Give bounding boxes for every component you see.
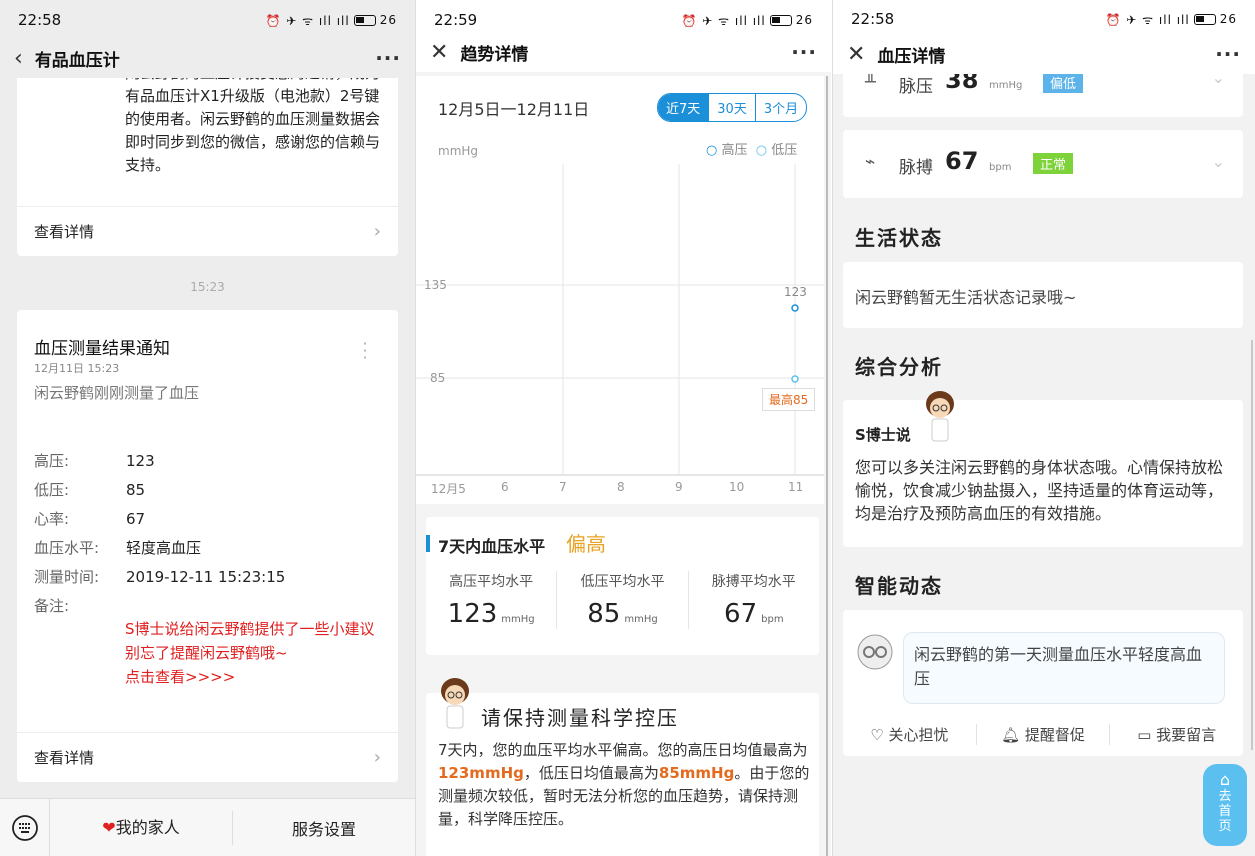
close-icon[interactable]: ✕ bbox=[847, 42, 865, 67]
scrollbar[interactable] bbox=[1251, 340, 1253, 750]
feed-actions: ♡ 关心担忧 🔔︎ 提醒督促 ▭ 我要留言 bbox=[843, 724, 1243, 745]
trend-chart: 135 85 123 bbox=[416, 164, 824, 476]
analysis-text: 您可以多关注闲云野鹤的身体状态哦。心情保持放松愉悦，饮食减少钠盐摄入，坚持适量的… bbox=[855, 458, 1224, 523]
stats-row: 高压平均水平 123 mmHg 低压平均水平 85 mmHg 脉搏平均水平 67 bp… bbox=[426, 571, 819, 629]
heart-icon: ❤ bbox=[102, 817, 116, 837]
y-label-85: 85 bbox=[430, 371, 445, 385]
message-time: 15:23 bbox=[190, 280, 225, 294]
intro-card: 闲云野鹤的血压计授受您的邀请，成为有品血压计X1升级版（电池款）2号键的使用者。… bbox=[17, 78, 398, 256]
stat-pulse: 脉搏平均水平 67 bpm bbox=[711, 574, 796, 629]
back-icon[interactable]: ‹ bbox=[14, 46, 23, 71]
nav-bar: ✕ 血压详情 ··· bbox=[833, 34, 1255, 74]
life-status-card: 闲云野鹤暂无生活状态记录哦~ bbox=[843, 262, 1243, 328]
bp-detail-panel: ╨ 脉压 38 mmHg 偏低 ⌄ 22:58 ⏰ ✈ ᯤ ıll ıll 26… bbox=[832, 0, 1255, 856]
notice-subtitle: 闲云野鹤刚刚测量了血压 bbox=[34, 384, 200, 402]
row-high: 高压: 123 bbox=[34, 452, 155, 470]
chart-area: 12月5日一12月11日 近7天 30天 3个月 mmHg ○ 高压 ○ 低压 … bbox=[416, 76, 824, 504]
doctor-avatar-icon bbox=[926, 391, 954, 442]
trend-detail-panel: 22:59 ⏰ ✈ ᯤ ıll ıll 26 ✕ 趋势详情 ··· 12月5日一… bbox=[415, 0, 831, 856]
smart-feed-card: 闲云野鹤的第一天测量血压水平轻度高血压 ♡ 关心担忧 🔔︎ 提醒督促 ▭ 我要留… bbox=[843, 610, 1243, 756]
y-label-135: 135 bbox=[424, 278, 447, 292]
page-title: 趋势详情 bbox=[460, 44, 529, 65]
heartbeat-icon: ⌁ bbox=[865, 152, 876, 172]
summary-level: 偏高 bbox=[566, 532, 606, 556]
high-point-label: 123 bbox=[784, 285, 807, 299]
advice-title: 请保持测量科学控压 bbox=[481, 706, 679, 730]
avatar-icon bbox=[857, 634, 893, 670]
summary-card: 7天内血压水平 偏高 高压平均水平 123 mmHg 低压平均水平 85 mmHg … bbox=[426, 517, 819, 655]
status-time: 22:58 bbox=[18, 11, 62, 29]
menu-dots-icon[interactable]: · · · bbox=[362, 336, 368, 366]
chevron-right-icon: › bbox=[373, 221, 381, 242]
scrollbar[interactable] bbox=[826, 76, 828, 856]
status-badge: 正常 bbox=[1033, 153, 1074, 174]
row-heart-rate: 心率: 67 bbox=[34, 510, 146, 528]
comment-icon: ▭ bbox=[1137, 726, 1152, 744]
close-icon[interactable]: ✕ bbox=[430, 40, 448, 65]
life-status-heading: 生活状态 bbox=[855, 226, 943, 250]
doctor-name: S博士说 bbox=[855, 426, 911, 444]
keyboard-icon[interactable] bbox=[0, 798, 50, 856]
status-icons: ⏰ ✈ ᯤ ıll ıll 26 bbox=[681, 13, 813, 28]
nav-bar: ✕ 趋势详情 ··· bbox=[416, 32, 831, 72]
bottom-menu-bar: ❤我的家人 服务设置 bbox=[0, 798, 415, 856]
remind-button[interactable]: 🔔︎ 提醒督促 bbox=[977, 724, 1111, 745]
status-time: 22:58 bbox=[851, 10, 895, 28]
home-icon: ⌂ bbox=[1219, 770, 1231, 789]
notice-date: 12月11日 15:23 bbox=[34, 362, 120, 375]
more-icon[interactable]: ··· bbox=[1215, 42, 1241, 66]
wechat-chat-panel: 22:58 ⏰ ✈ ᯤ ıll ıll 26 ‹ 有品血压计 ··· 闲云野鹤的… bbox=[0, 0, 415, 856]
more-icon[interactable]: ··· bbox=[791, 40, 817, 64]
status-bar: 22:58 ⏰ ✈ ᯤ ıll ıll 26 bbox=[0, 0, 415, 40]
feed-message: 闲云野鹤的第一天测量血压水平轻度高血压 bbox=[903, 632, 1225, 704]
doctor-avatar-icon bbox=[441, 678, 469, 729]
stat-high: 高压平均水平 123 mmHg bbox=[426, 571, 558, 629]
advice-card: 请保持测量科学控压 7天内，您的血压平均水平偏高。您的高压日均值最高为123mm… bbox=[426, 678, 819, 856]
go-home-label: 去首页 bbox=[1218, 789, 1232, 834]
view-detail-label: 查看详情 bbox=[34, 223, 95, 241]
view-detail-link[interactable]: 查看详情 › bbox=[17, 206, 398, 256]
life-status-text: 闲云野鹤暂无生活状态记录哦~ bbox=[855, 288, 1077, 307]
bell-icon: 🔔︎ bbox=[1001, 726, 1021, 744]
more-icon[interactable]: ··· bbox=[375, 46, 401, 70]
intro-text: 闲云野鹤的血压计授受您的邀请，成为有品血压计X1升级版（电池款）2号键的使用者。… bbox=[125, 78, 381, 174]
view-detail-label-2: 查看详情 bbox=[34, 749, 95, 767]
menu-my-family[interactable]: ❤我的家人 bbox=[50, 810, 233, 845]
status-bar: 22:58 ⏰ ✈ ᯤ ıll ıll 26 bbox=[833, 0, 1255, 38]
chevron-right-icon: › bbox=[373, 747, 381, 768]
status-badge: 偏低 bbox=[1043, 72, 1084, 93]
stat-low: 低压平均水平 85 mmHg bbox=[557, 571, 689, 629]
page-title: 血压详情 bbox=[877, 46, 946, 67]
nav-bar: ‹ 有品血压计 ··· bbox=[0, 38, 415, 78]
point-tooltip: 最高85 bbox=[762, 388, 816, 411]
high-point[interactable] bbox=[791, 304, 799, 312]
notice-title: 血压测量结果通知 bbox=[34, 339, 170, 359]
status-icons: ⏰ ✈ ᯤ ıll ıll 26 bbox=[265, 13, 397, 28]
view-detail-link-2[interactable]: 查看详情 › bbox=[17, 732, 398, 782]
pressure-icon: ╨ bbox=[865, 72, 876, 93]
smart-feed-heading: 智能动态 bbox=[855, 574, 943, 598]
chat-title: 有品血压计 bbox=[34, 50, 120, 71]
analysis-heading: 综合分析 bbox=[855, 355, 943, 379]
row-low: 低压: 85 bbox=[34, 481, 146, 499]
analysis-card: S博士说 您可以多关注闲云野鹤的身体状态哦。心情保持放松愉悦，饮食减少钠盐摄入，… bbox=[843, 391, 1243, 547]
advice-text: 7天内，您的血压平均水平偏高。您的高压日均值最高为123mmHg，低压日均值最高… bbox=[438, 741, 810, 828]
status-time: 22:59 bbox=[434, 11, 478, 29]
heart-outline-icon: ♡ bbox=[870, 726, 884, 744]
menu-service-settings[interactable]: 服务设置 bbox=[233, 816, 415, 840]
go-home-button[interactable]: ⌂ 去首页 bbox=[1203, 764, 1247, 846]
low-point[interactable] bbox=[791, 375, 799, 383]
measurement-rows: 高压: 123 低压: 85 心率: 67 血压水平: 轻度高血压 测量时间: 2019-… bbox=[34, 447, 384, 621]
notice-card[interactable]: 血压测量结果通知 · · · 12月11日 15:23 闲云野鹤刚刚测量了血压 高压… bbox=[17, 310, 398, 782]
status-icons: ⏰ ✈ ᯤ ıll ıll 26 bbox=[1105, 12, 1237, 27]
summary-title: 7天内血压水平 bbox=[438, 537, 546, 556]
row-time: 测量时间: 2019-12-11 15:23:15 bbox=[34, 568, 286, 586]
care-button[interactable]: ♡ 关心担忧 bbox=[843, 724, 977, 745]
pulse-card[interactable]: ⌁ 脉搏 67 bpm 正常 ⌄ bbox=[843, 130, 1243, 198]
chevron-down-icon[interactable]: ⌄ bbox=[1212, 152, 1225, 171]
row-level: 血压水平: 轻度高血压 bbox=[34, 539, 202, 557]
message-button[interactable]: ▭ 我要留言 bbox=[1110, 724, 1243, 745]
remark-text[interactable]: S博士说给闲云野鹤提供了一些小建议 别忘了提醒闲云野鹤哦~ 点击查看>>>> bbox=[125, 617, 375, 689]
